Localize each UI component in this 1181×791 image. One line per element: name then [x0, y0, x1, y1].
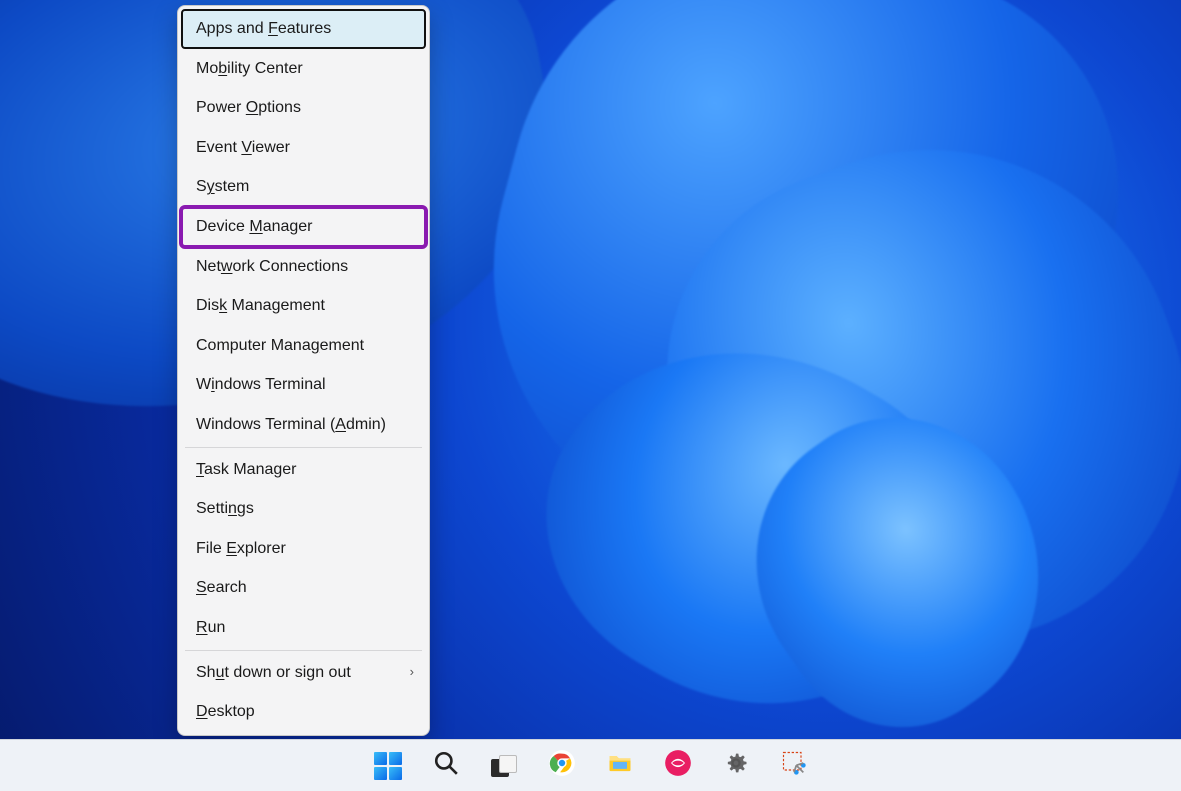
chevron-right-icon: ›	[410, 664, 414, 682]
menu-shutdown[interactable]: Shut down or sign out ›	[181, 653, 426, 693]
gear-icon	[722, 749, 750, 782]
menu-item-label: Desktop	[196, 703, 255, 720]
menu-device-manager[interactable]: Device Manager	[181, 207, 426, 247]
menu-file-explorer[interactable]: File Explorer	[181, 529, 426, 569]
menu-desktop[interactable]: Desktop	[181, 692, 426, 732]
menu-item-label: Shut down or sign out	[196, 664, 351, 681]
menu-run[interactable]: Run	[181, 608, 426, 648]
menu-settings[interactable]: Settings	[181, 489, 426, 529]
menu-item-label: Search	[196, 579, 247, 596]
chrome-button[interactable]	[542, 746, 582, 786]
menu-windows-terminal-admin[interactable]: Windows Terminal (Admin)	[181, 405, 426, 445]
menu-item-label: Settings	[196, 500, 254, 517]
menu-item-label: Task Manager	[196, 461, 297, 478]
menu-item-label: Power Options	[196, 99, 301, 116]
search-button[interactable]	[426, 746, 466, 786]
snip-icon	[780, 749, 808, 782]
menu-item-label: Apps and Features	[196, 20, 331, 37]
menu-windows-terminal[interactable]: Windows Terminal	[181, 365, 426, 405]
menu-item-label: System	[196, 178, 249, 195]
menu-item-label: Event Viewer	[196, 139, 290, 156]
menu-system[interactable]: System	[181, 167, 426, 207]
menu-item-label: Windows Terminal (Admin)	[196, 416, 386, 433]
menu-search[interactable]: Search	[181, 568, 426, 608]
menu-event-viewer[interactable]: Event Viewer	[181, 128, 426, 168]
menu-task-manager[interactable]: Task Manager	[181, 450, 426, 490]
menu-separator	[185, 650, 422, 651]
start-button[interactable]	[368, 746, 408, 786]
menu-item-label: Device Manager	[196, 218, 313, 235]
lips-icon	[664, 749, 692, 782]
menu-item-label: File Explorer	[196, 540, 286, 557]
settings-button[interactable]	[716, 746, 756, 786]
chrome-icon	[548, 749, 576, 782]
menu-item-label: Disk Management	[196, 297, 325, 314]
menu-item-label: Windows Terminal	[196, 376, 326, 393]
taskbar	[0, 739, 1181, 791]
menu-mobility-center[interactable]: Mobility Center	[181, 49, 426, 89]
menu-item-label: Computer Management	[196, 337, 364, 354]
menu-item-label: Mobility Center	[196, 60, 303, 77]
snipping-tool-button[interactable]	[774, 746, 814, 786]
desktop[interactable]: Apps and Features Mobility Center Power Op…	[0, 0, 1181, 791]
menu-disk-management[interactable]: Disk Management	[181, 286, 426, 326]
winx-context-menu: Apps and Features Mobility Center Power Op…	[177, 5, 430, 736]
menu-item-label: Network Connections	[196, 258, 348, 275]
start-icon	[374, 752, 402, 780]
menu-network-connections[interactable]: Network Connections	[181, 247, 426, 287]
taskview-icon	[491, 755, 517, 777]
menu-apps-features[interactable]: Apps and Features	[181, 9, 426, 49]
menu-computer-management[interactable]: Computer Management	[181, 326, 426, 366]
menu-item-label: Run	[196, 619, 225, 636]
menu-power-options[interactable]: Power Options	[181, 88, 426, 128]
task-view-button[interactable]	[484, 746, 524, 786]
file-explorer-button[interactable]	[600, 746, 640, 786]
search-icon	[433, 750, 459, 781]
lips-app-button[interactable]	[658, 746, 698, 786]
menu-separator	[185, 447, 422, 448]
folder-icon	[606, 749, 634, 782]
